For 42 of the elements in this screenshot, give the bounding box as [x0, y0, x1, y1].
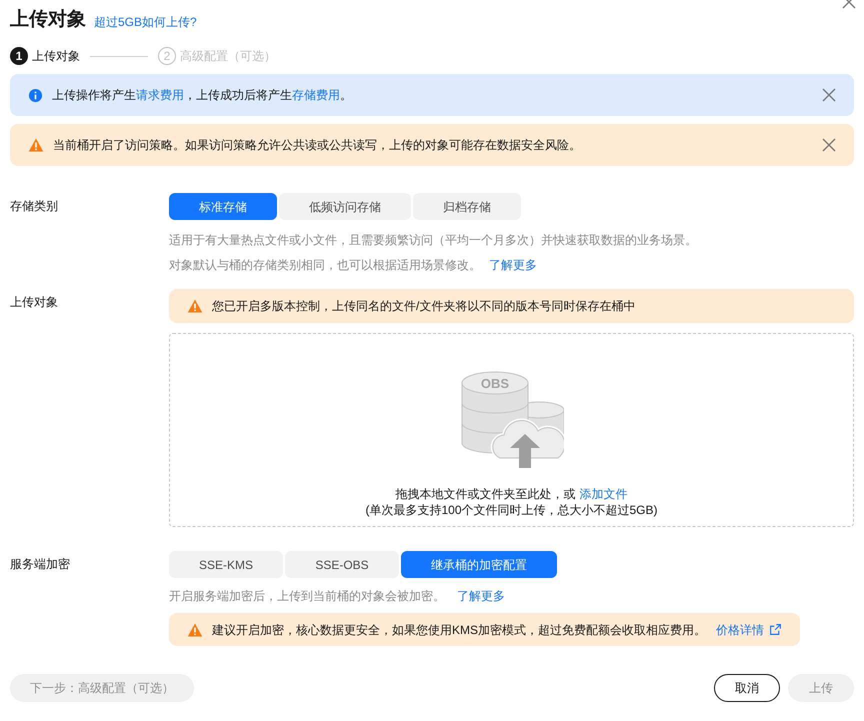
step-label[interactable]: 上传对象 — [32, 47, 80, 65]
description-text: 适用于有大量热点文件或小文件，且需要频繁访问（平均一个月多次）并快速获取数据的业务场景。 — [169, 232, 698, 249]
fee-link[interactable]: 请求费用 — [136, 86, 184, 104]
learn-more-link[interactable]: 了解更多 — [489, 255, 537, 275]
warning-icon — [28, 137, 44, 153]
option-tab[interactable]: SSE-OBS — [285, 551, 399, 578]
info-icon — [28, 88, 43, 102]
option-tab[interactable]: SSE-KMS — [169, 551, 283, 578]
field-label: 上传对象 — [10, 294, 59, 311]
field-label: 服务端加密 — [10, 556, 71, 573]
dialog-title: 上传对象 — [10, 8, 86, 32]
close-button[interactable] — [822, 138, 836, 152]
option-tab[interactable]: 标准存储 — [169, 193, 277, 220]
cancel-button[interactable]: 取消 — [714, 674, 780, 702]
field-label: 存储类别 — [10, 198, 59, 215]
step-number: 2 — [158, 47, 176, 65]
option-tab[interactable]: 归档存储 — [413, 193, 521, 220]
external-link-icon — [769, 623, 782, 636]
drop-hint: 拖拽本地文件或文件夹至此处，或 — [396, 486, 576, 502]
banner-text: 当前桶开启了访问策略。如果访问策略允许公共读或公共读写，上传的对象可能存在数据安全风险。 — [53, 137, 581, 154]
description-text: 对象默认与桶的存储类别相同，也可以根据适用场景修改。 — [169, 257, 481, 274]
option-tab[interactable]: 低频访问存储 — [279, 193, 411, 220]
banner-text: 您已开启多版本控制，上传同名的文件/文件夹将以不同的版本号同时保存在桶中 — [212, 298, 636, 315]
database-upload-drawing: OBS — [460, 370, 564, 468]
banner-text: 建议开启加密，核心数据更安全，如果您使用KMS加密模式，超过免费配额会收取相应费用。 — [212, 622, 706, 638]
banner-text: ，上传成功后将产生 — [184, 87, 292, 104]
step-number: 1 — [10, 47, 28, 65]
description-text: 开启服务端加密后，上传到当前桶的对象会被加密。 — [169, 588, 445, 605]
learn-more-link[interactable]: 了解更多 — [457, 586, 505, 606]
warning-icon — [187, 298, 203, 314]
fee-link[interactable]: 存储费用 — [292, 86, 340, 104]
warning-icon — [187, 622, 203, 638]
drop-zone[interactable]: OBS 拖拽本地文件或文件夹至此处，或 添加文件 (单次最多支持100个文件同时上传，总大小不超过5GB) — [169, 333, 854, 527]
help-link[interactable]: 超过5GB如何上传? — [94, 12, 197, 32]
banner-text: 。 — [340, 87, 352, 104]
price-link[interactable]: 价格详情 — [716, 620, 782, 638]
close-button[interactable] — [822, 88, 836, 102]
limit-text: (单次最多支持100个文件同时上传，总大小不超过5GB) — [365, 502, 658, 518]
add-file-link[interactable]: 添加文件 — [580, 486, 628, 502]
banner-text: 上传操作将产生 — [52, 87, 136, 104]
option-tab[interactable]: 继承桶的加密配置 — [401, 551, 557, 578]
step-label: 高级配置（可选） — [180, 48, 276, 65]
